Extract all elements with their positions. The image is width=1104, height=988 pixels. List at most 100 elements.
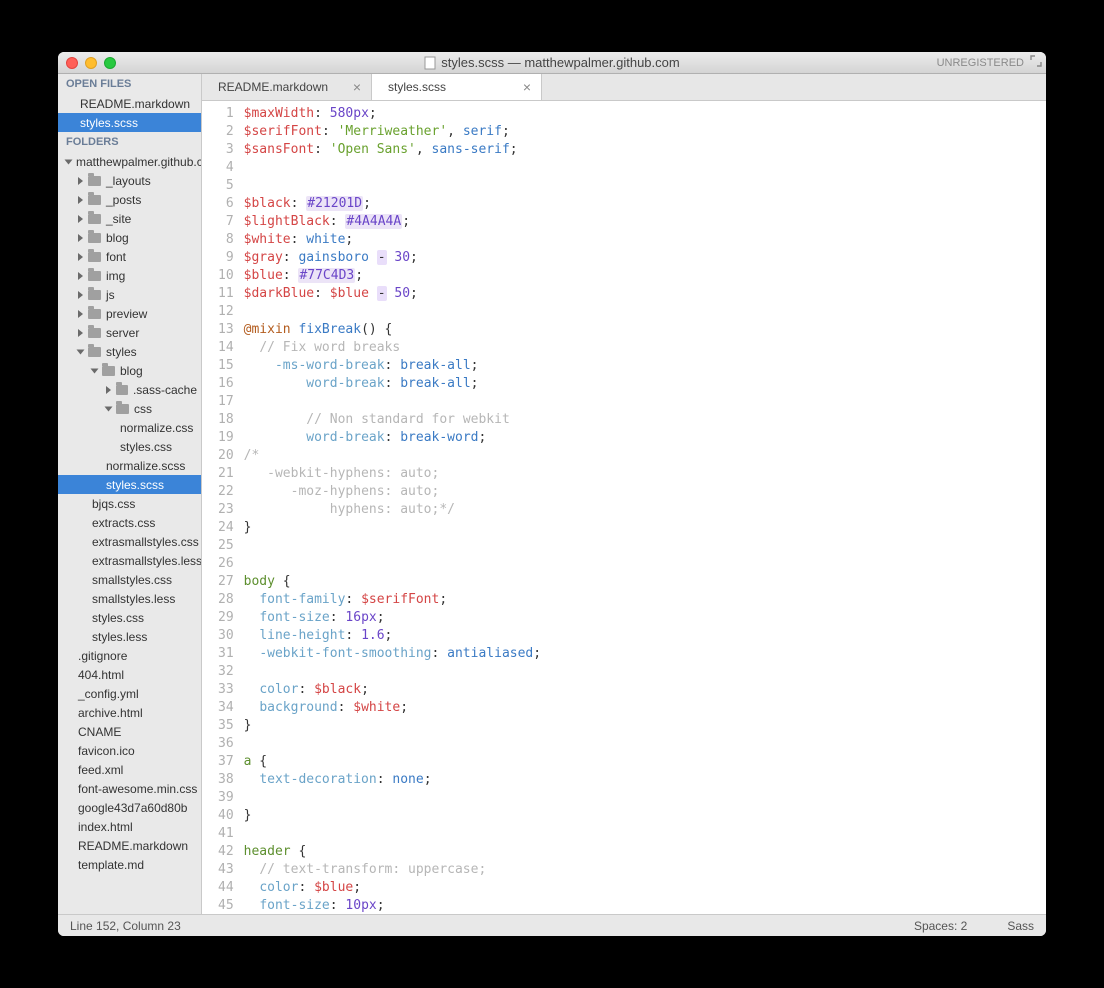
code-line[interactable]	[244, 825, 1046, 843]
line-number[interactable]: 2	[218, 123, 234, 141]
code-line[interactable]: color: $blue;	[244, 879, 1046, 897]
close-tab-icon[interactable]: ×	[523, 79, 531, 95]
code-editor[interactable]: 1234567891011121314151617181920212223242…	[202, 101, 1046, 914]
status-bar[interactable]: Line 152, Column 23 Spaces: 2 Sass	[58, 914, 1046, 936]
file-item[interactable]: smallstyles.css	[58, 570, 201, 589]
code-line[interactable]: header {	[244, 843, 1046, 861]
disclosure-icon[interactable]	[91, 368, 99, 373]
close-window-button[interactable]	[66, 57, 78, 69]
line-number[interactable]: 14	[218, 339, 234, 357]
disclosure-icon[interactable]	[78, 329, 83, 337]
code-line[interactable]: // Fix word breaks	[244, 339, 1046, 357]
code-line[interactable]: }	[244, 717, 1046, 735]
code-line[interactable]: background: $white;	[244, 699, 1046, 717]
file-item[interactable]: 404.html	[58, 665, 201, 684]
line-number[interactable]: 27	[218, 573, 234, 591]
folder-item[interactable]: preview	[58, 304, 201, 323]
line-number[interactable]: 22	[218, 483, 234, 501]
file-item[interactable]: index.html	[58, 817, 201, 836]
folder-item[interactable]: server	[58, 323, 201, 342]
line-gutter[interactable]: 1234567891011121314151617181920212223242…	[202, 101, 244, 914]
line-number[interactable]: 12	[218, 303, 234, 321]
line-number[interactable]: 15	[218, 357, 234, 375]
file-item[interactable]: bjqs.css	[58, 494, 201, 513]
line-number[interactable]: 39	[218, 789, 234, 807]
folder-item[interactable]: _posts	[58, 190, 201, 209]
folder-item[interactable]: blog	[58, 361, 201, 380]
disclosure-icon[interactable]	[78, 310, 83, 318]
line-number[interactable]: 33	[218, 681, 234, 699]
line-number[interactable]: 40	[218, 807, 234, 825]
line-number[interactable]: 42	[218, 843, 234, 861]
code-line[interactable]: $black: #21201D;	[244, 195, 1046, 213]
file-item[interactable]: extracts.css	[58, 513, 201, 532]
file-item[interactable]: CNAME	[58, 722, 201, 741]
code-line[interactable]	[244, 789, 1046, 807]
disclosure-icon[interactable]	[78, 177, 83, 185]
line-number[interactable]: 30	[218, 627, 234, 645]
code-line[interactable]: }	[244, 519, 1046, 537]
line-number[interactable]: 20	[218, 447, 234, 465]
file-item[interactable]: styles.less	[58, 627, 201, 646]
disclosure-icon[interactable]	[105, 406, 113, 411]
line-number[interactable]: 6	[218, 195, 234, 213]
code-line[interactable]: body {	[244, 573, 1046, 591]
indent-setting[interactable]: Spaces: 2	[914, 919, 967, 933]
folder-item[interactable]: blog	[58, 228, 201, 247]
line-number[interactable]: 34	[218, 699, 234, 717]
line-number[interactable]: 38	[218, 771, 234, 789]
file-item[interactable]: template.md	[58, 855, 201, 874]
code-line[interactable]	[244, 393, 1046, 411]
line-number[interactable]: 45	[218, 897, 234, 914]
file-item[interactable]: normalize.scss	[58, 456, 201, 475]
folder-item[interactable]: font	[58, 247, 201, 266]
code-line[interactable]: $blue: #77C4D3;	[244, 267, 1046, 285]
code-line[interactable]: $gray: gainsboro - 30;	[244, 249, 1046, 267]
code-line[interactable]: word-break: break-all;	[244, 375, 1046, 393]
zoom-window-button[interactable]	[104, 57, 116, 69]
tab-README-markdown[interactable]: README.markdown×	[202, 74, 372, 100]
code-line[interactable]	[244, 735, 1046, 753]
file-item[interactable]: archive.html	[58, 703, 201, 722]
code-line[interactable]: $serifFont: 'Merriweather', serif;	[244, 123, 1046, 141]
line-number[interactable]: 5	[218, 177, 234, 195]
file-item[interactable]: favicon.ico	[58, 741, 201, 760]
disclosure-icon[interactable]	[77, 349, 85, 354]
file-item[interactable]: font-awesome.min.css	[58, 779, 201, 798]
disclosure-icon[interactable]	[78, 272, 83, 280]
folder-item[interactable]: styles	[58, 342, 201, 361]
disclosure-icon[interactable]	[78, 196, 83, 204]
folder-item[interactable]: _site	[58, 209, 201, 228]
file-item[interactable]: styles.css	[58, 437, 201, 456]
code-line[interactable]: $sansFont: 'Open Sans', sans-serif;	[244, 141, 1046, 159]
line-number[interactable]: 8	[218, 231, 234, 249]
disclosure-icon[interactable]	[78, 291, 83, 299]
file-item[interactable]: feed.xml	[58, 760, 201, 779]
folder-item[interactable]: js	[58, 285, 201, 304]
close-tab-icon[interactable]: ×	[353, 79, 361, 95]
code-line[interactable]: $maxWidth: 580px;	[244, 105, 1046, 123]
code-line[interactable]	[244, 555, 1046, 573]
folder-item[interactable]: img	[58, 266, 201, 285]
file-item[interactable]: google43d7a60d80b	[58, 798, 201, 817]
line-number[interactable]: 26	[218, 555, 234, 573]
line-number[interactable]: 35	[218, 717, 234, 735]
code-line[interactable]: a {	[244, 753, 1046, 771]
code-line[interactable]: $lightBlack: #4A4A4A;	[244, 213, 1046, 231]
line-number[interactable]: 32	[218, 663, 234, 681]
file-item[interactable]: extrasmallstyles.less	[58, 551, 201, 570]
code-line[interactable]: -moz-hyphens: auto;	[244, 483, 1046, 501]
root-folder[interactable]: matthewpalmer.github.c	[58, 152, 201, 171]
code-line[interactable]: -webkit-font-smoothing: antialiased;	[244, 645, 1046, 663]
cursor-position[interactable]: Line 152, Column 23	[70, 919, 181, 933]
code-line[interactable]: word-break: break-word;	[244, 429, 1046, 447]
fullscreen-icon[interactable]	[1030, 55, 1042, 70]
file-item[interactable]: _config.yml	[58, 684, 201, 703]
code-line[interactable]	[244, 537, 1046, 555]
disclosure-icon[interactable]	[78, 234, 83, 242]
line-number[interactable]: 31	[218, 645, 234, 663]
code-line[interactable]: -ms-word-break: break-all;	[244, 357, 1046, 375]
line-number[interactable]: 25	[218, 537, 234, 555]
line-number[interactable]: 21	[218, 465, 234, 483]
code-line[interactable]: font-size: 16px;	[244, 609, 1046, 627]
